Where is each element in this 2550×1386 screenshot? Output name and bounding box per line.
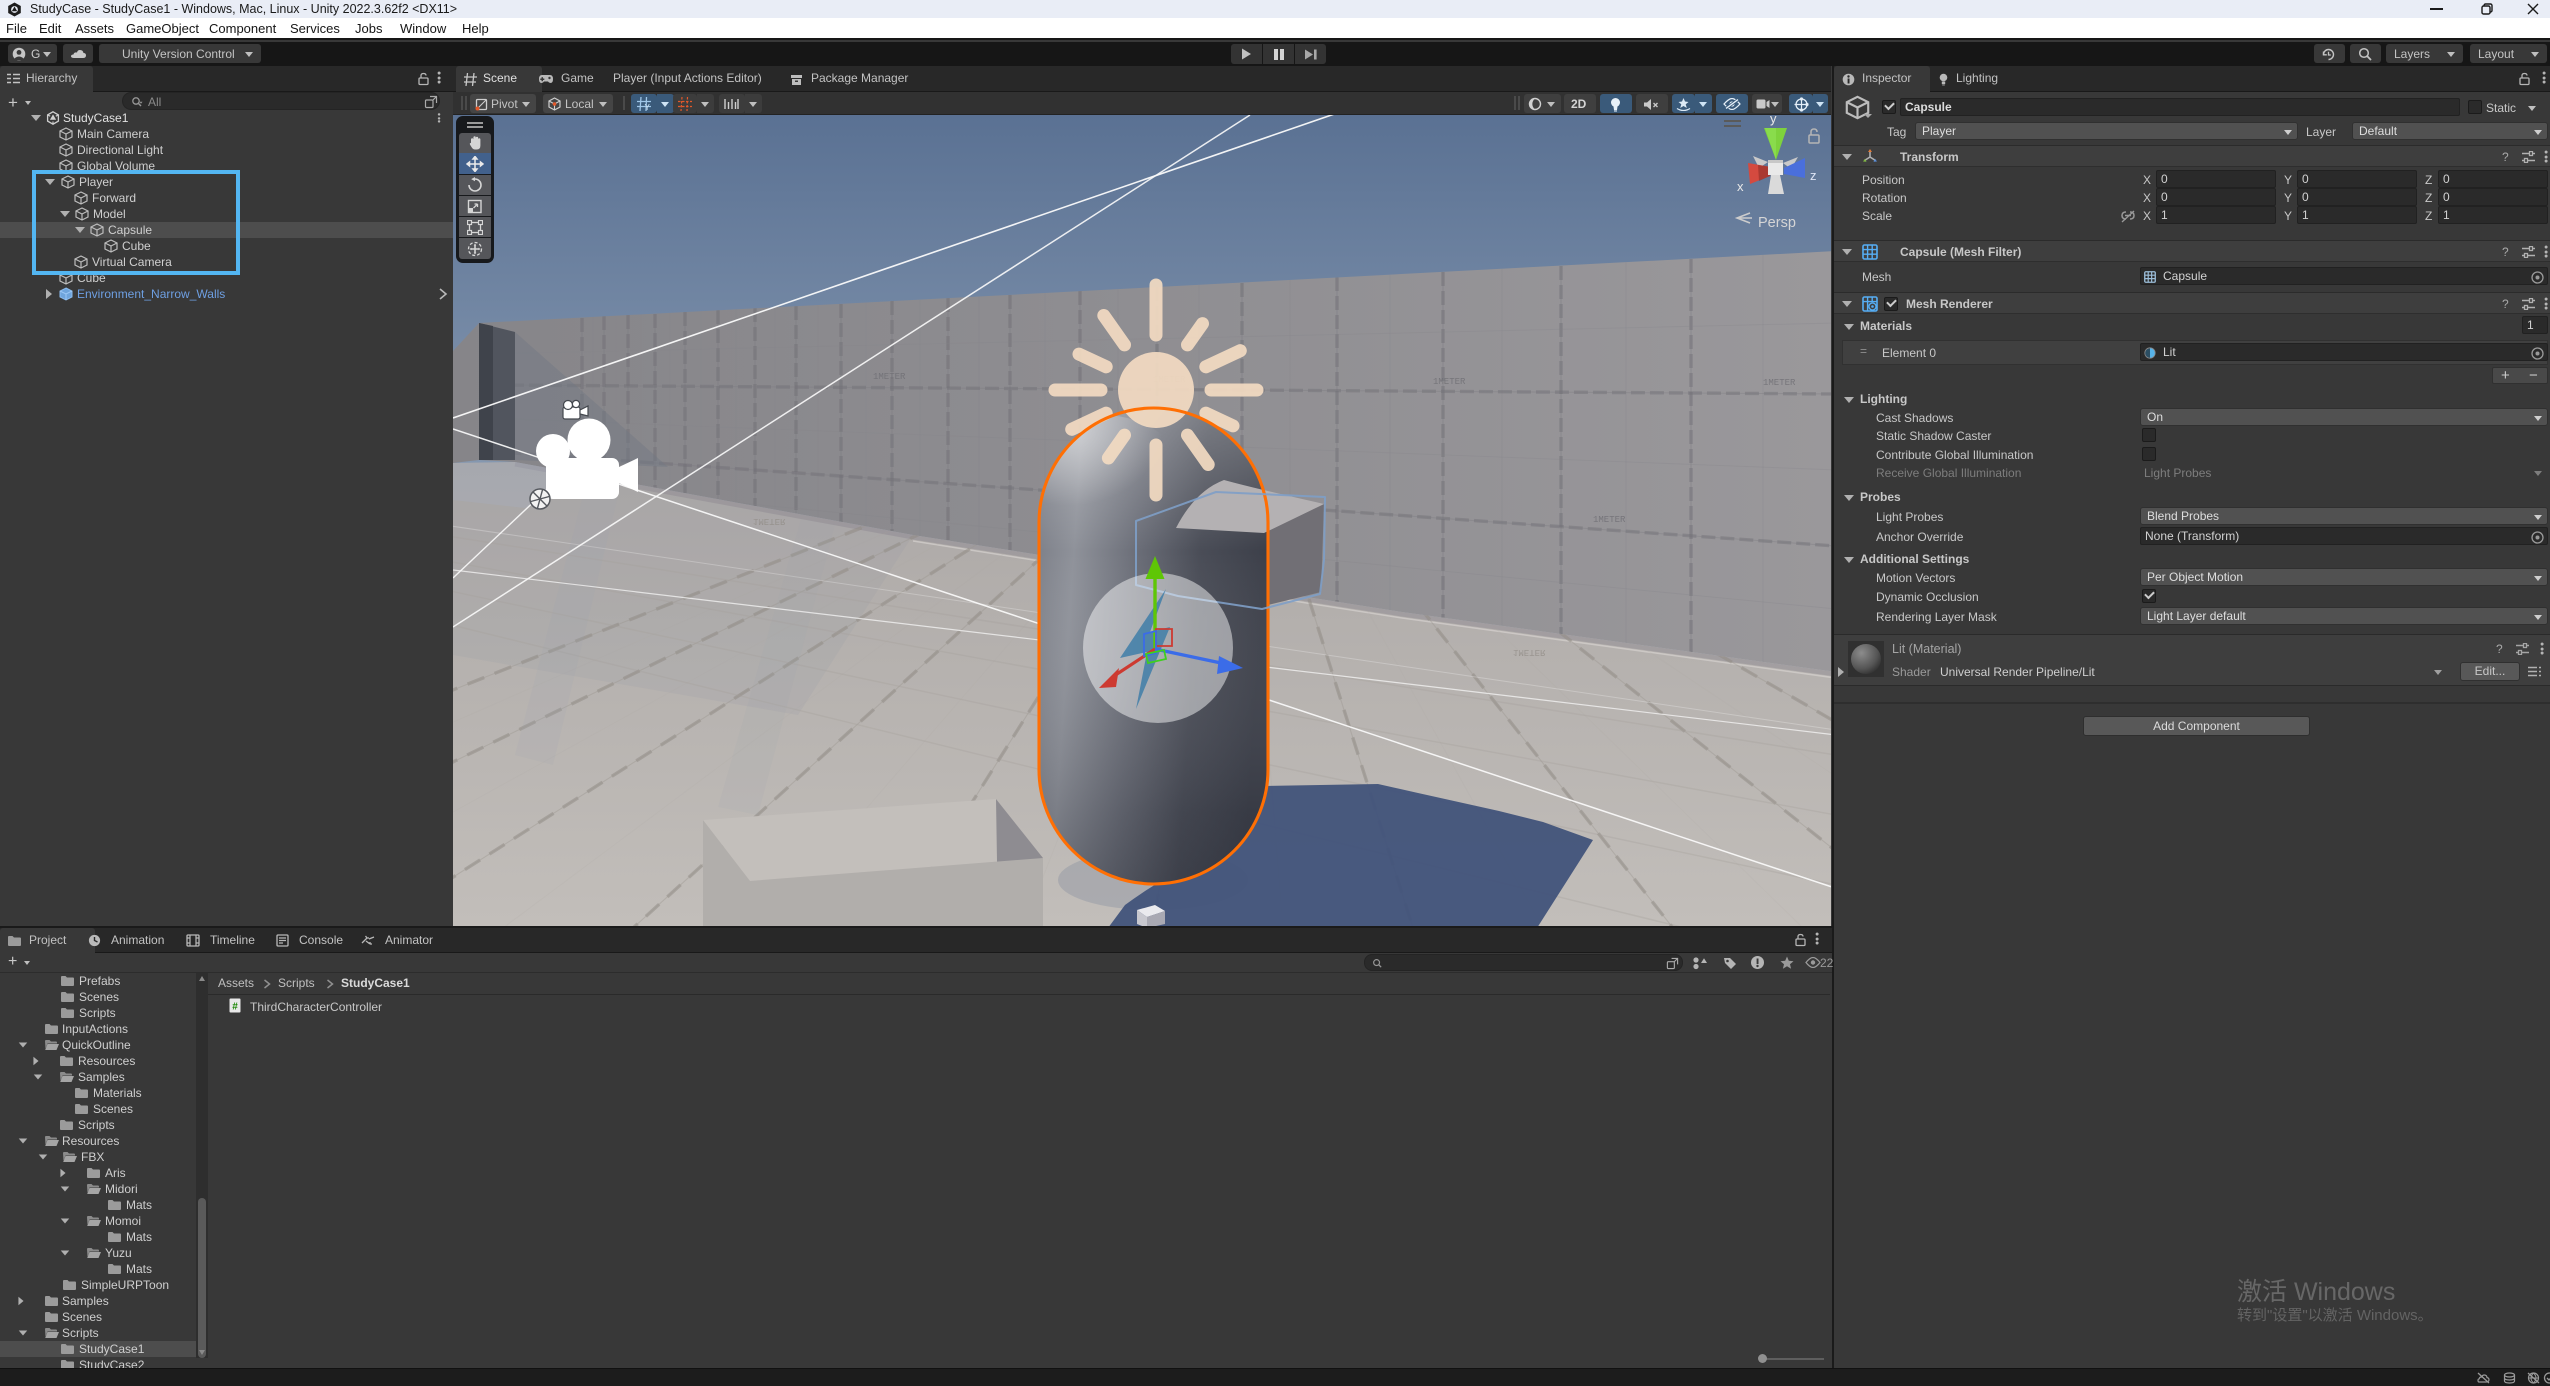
- svg-text:1METER: 1METER: [1433, 377, 1466, 387]
- svg-text:1METER: 1METER: [873, 372, 906, 382]
- svg-text:1METER: 1METER: [1763, 378, 1796, 388]
- svg-text:x: x: [1737, 179, 1744, 194]
- svg-text:1METER: 1METER: [1513, 647, 1546, 657]
- svg-text:Persp: Persp: [1758, 215, 1796, 231]
- svg-text:z: z: [1810, 168, 1817, 183]
- svg-text:1METER: 1METER: [1593, 515, 1626, 525]
- svg-text:y: y: [1770, 115, 1777, 126]
- svg-text:1METER: 1METER: [753, 516, 786, 526]
- svg-text:Y: Y: [645, 103, 651, 111]
